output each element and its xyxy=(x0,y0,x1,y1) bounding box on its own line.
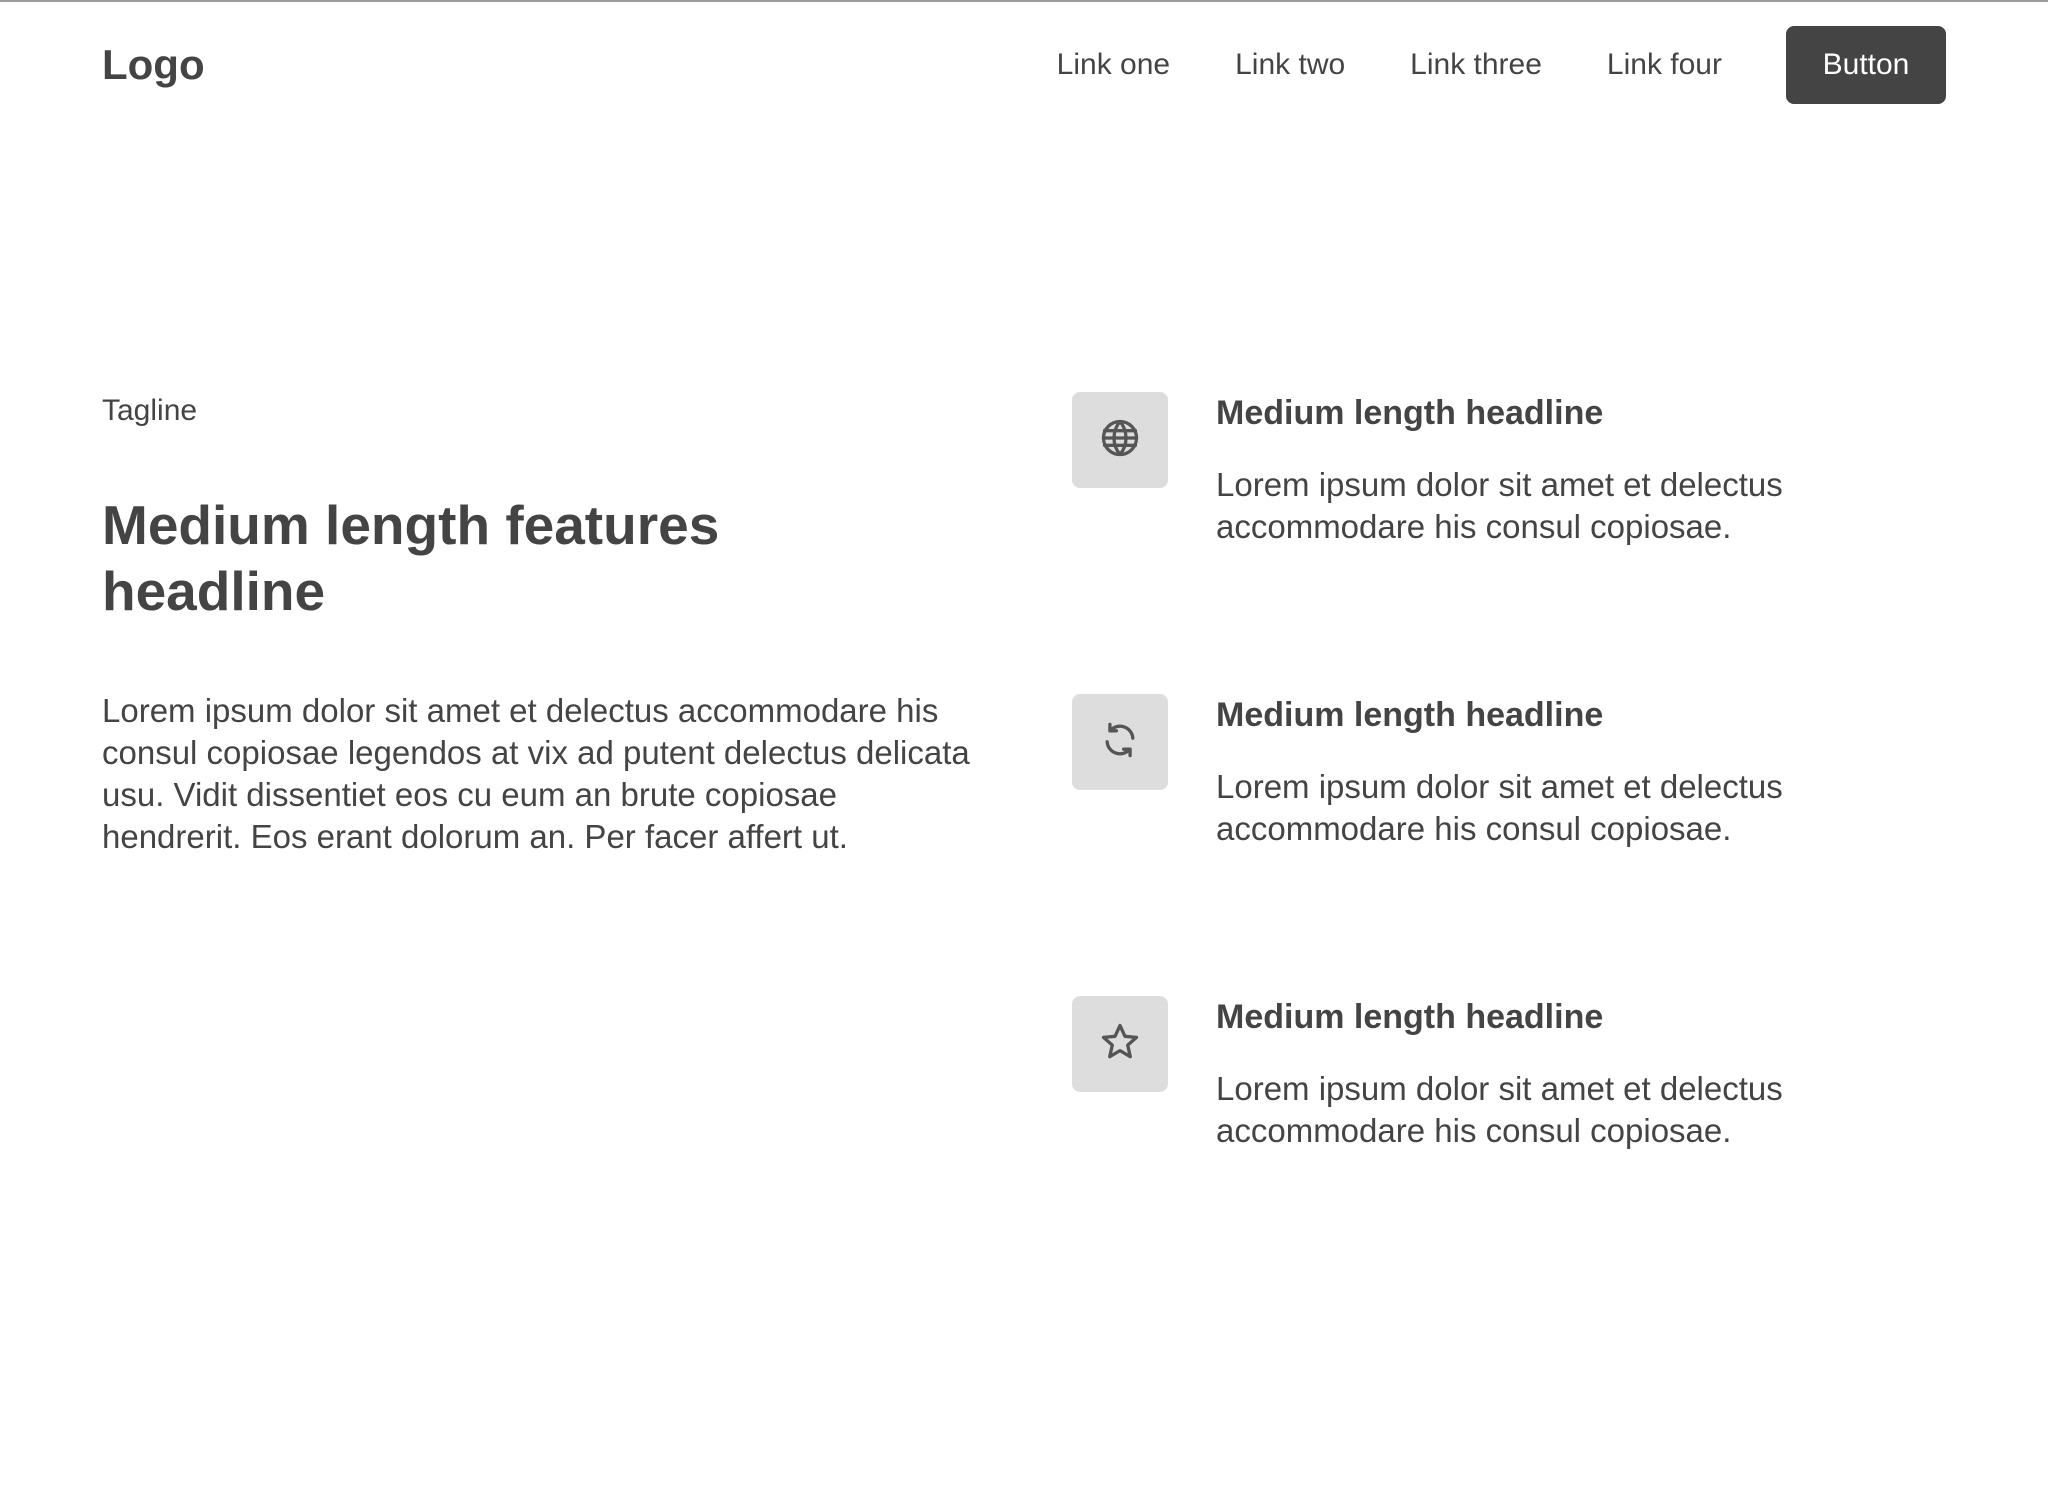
feature-icon-box xyxy=(1072,996,1168,1092)
features-headline: Medium length features headline xyxy=(102,494,720,622)
nav-link-two[interactable]: Link two xyxy=(1235,48,1345,82)
star-icon xyxy=(1098,1020,1142,1069)
features-body-text: Lorem ipsum dolor sit amet et delectus a… xyxy=(102,692,970,855)
feature-item-2: Medium length headline Lorem ipsum dolor… xyxy=(1072,694,1972,854)
tagline: Tagline xyxy=(102,394,198,427)
nav-links: Link one Link two Link three Link four B… xyxy=(1057,26,1946,104)
nav-link-one[interactable]: Link one xyxy=(1057,48,1170,82)
feature-title: Medium length headline xyxy=(1216,394,1604,432)
logo[interactable]: Logo xyxy=(102,41,205,89)
feature-text: Medium length headline Lorem ipsum dolor… xyxy=(1216,392,1956,548)
refresh-icon xyxy=(1098,718,1142,767)
nav-link-four[interactable]: Link four xyxy=(1607,48,1722,82)
feature-text: Medium length headline Lorem ipsum dolor… xyxy=(1216,996,1956,1152)
feature-item-3: Medium length headline Lorem ipsum dolor… xyxy=(1072,996,1972,1156)
feature-title: Medium length headline xyxy=(1216,998,1604,1036)
nav-cta-button[interactable]: Button xyxy=(1786,26,1946,104)
feature-icon-box xyxy=(1072,392,1168,488)
top-divider xyxy=(0,0,2048,2)
nav-link-three[interactable]: Link three xyxy=(1410,48,1542,82)
feature-title: Medium length headline xyxy=(1216,696,1604,734)
feature-description: Lorem ipsum dolor sit amet et delectus a… xyxy=(1216,768,1783,847)
feature-icon-box xyxy=(1072,694,1168,790)
navbar: Logo Link one Link two Link three Link f… xyxy=(102,26,1946,104)
globe-icon xyxy=(1098,416,1142,465)
features-intro: Tagline Medium length features headline … xyxy=(102,390,982,858)
feature-description: Lorem ipsum dolor sit amet et delectus a… xyxy=(1216,466,1783,545)
feature-item-1: Medium length headline Lorem ipsum dolor… xyxy=(1072,392,1972,552)
feature-description: Lorem ipsum dolor sit amet et delectus a… xyxy=(1216,1070,1783,1149)
feature-text: Medium length headline Lorem ipsum dolor… xyxy=(1216,694,1956,850)
